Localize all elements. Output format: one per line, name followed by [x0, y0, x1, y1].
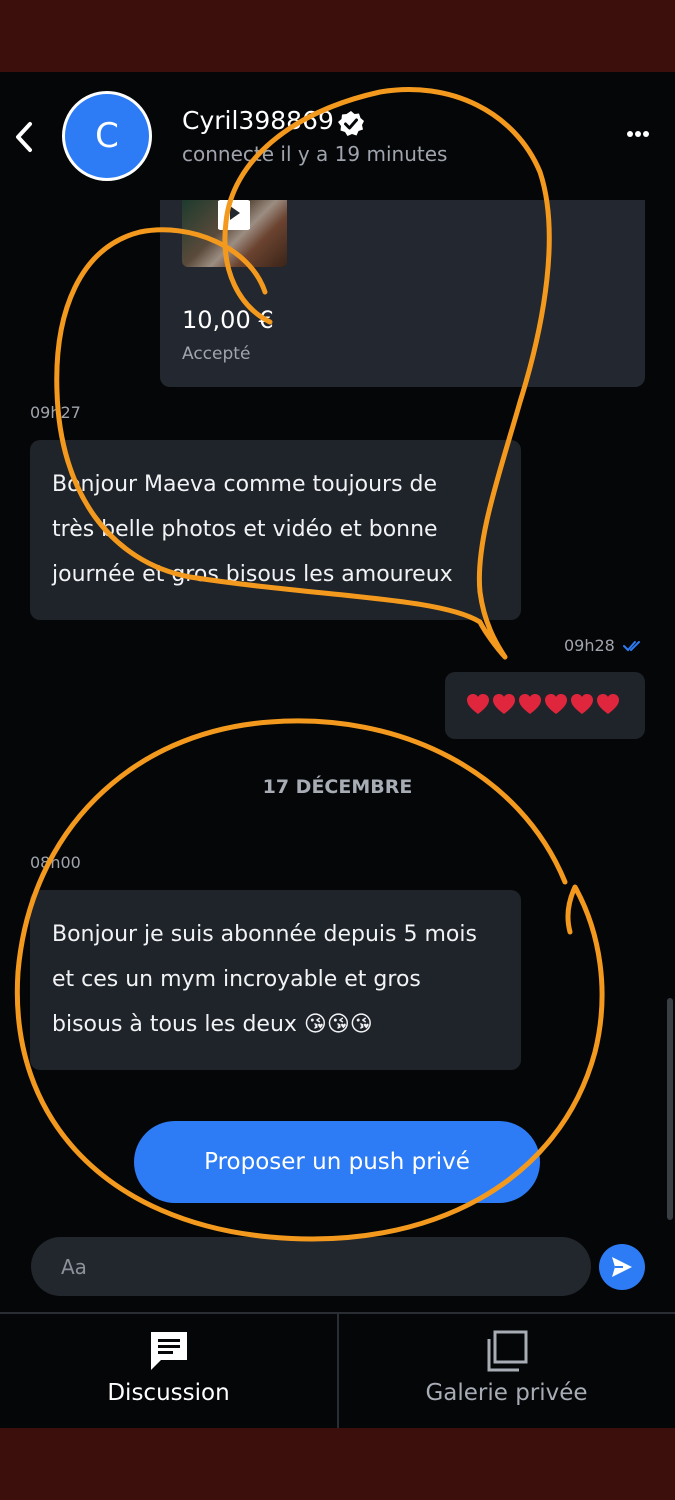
- hearts-emoji-row: [467, 694, 619, 714]
- gallery-icon: [487, 1330, 527, 1372]
- chat-screen: C Cyril398869 connecté il y a 19 minutes…: [0, 72, 675, 1428]
- read-receipt-icon: [623, 641, 640, 652]
- heart-emoji: [467, 694, 489, 714]
- avatar-letter: C: [95, 116, 119, 156]
- presence-status: connecté il y a 19 minutes: [182, 142, 448, 166]
- message-line: Bonjour Maeva comme toujours de: [52, 472, 438, 497]
- message-bubble-outgoing[interactable]: [445, 672, 645, 739]
- message-line: bisous à tous les deux 😘😘😘: [52, 1012, 373, 1037]
- message-time: 08h00: [30, 853, 81, 872]
- heart-emoji: [571, 694, 593, 714]
- contact-username[interactable]: Cyril398869: [182, 106, 334, 135]
- tab-label: Discussion: [107, 1380, 230, 1406]
- tab-discussion[interactable]: Discussion: [0, 1314, 337, 1428]
- message-time: 09h28: [564, 636, 615, 655]
- message-line: journée et gros bisous les amoureux: [52, 562, 453, 587]
- date-separator: 17 DÉCEMBRE: [262, 776, 413, 798]
- message-bubble-incoming[interactable]: Bonjour Maeva comme toujours de très bel…: [30, 440, 521, 620]
- back-chevron-icon[interactable]: [10, 120, 38, 154]
- message-line: très belle photos et vidéo et bonne: [52, 517, 438, 542]
- message-input[interactable]: [31, 1237, 591, 1296]
- play-icon[interactable]: [218, 200, 250, 230]
- heart-emoji: [493, 694, 515, 714]
- tab-label: Galerie privée: [425, 1380, 588, 1406]
- offer-status: Accepté: [182, 344, 251, 364]
- send-icon: [612, 1257, 632, 1277]
- verified-badge-icon: [338, 111, 364, 136]
- heart-emoji: [597, 694, 619, 714]
- heart-emoji: [519, 694, 541, 714]
- scrollbar[interactable]: [667, 998, 673, 1220]
- message-time: 09h27: [30, 403, 81, 422]
- heart-emoji: [545, 694, 567, 714]
- send-button[interactable]: [599, 1244, 645, 1290]
- message-line: Bonjour je suis abonnée depuis 5 mois: [52, 922, 477, 947]
- message-bubble-incoming[interactable]: Bonjour je suis abonnée depuis 5 mois et…: [30, 890, 521, 1070]
- propose-private-push-button[interactable]: Proposer un push privé: [134, 1121, 540, 1203]
- offer-price: 10,00 €: [182, 306, 274, 334]
- message-line: et ces un mym incroyable et gros: [52, 967, 421, 992]
- avatar[interactable]: C: [62, 91, 152, 181]
- chat-icon: [150, 1332, 187, 1370]
- more-horizontal-icon[interactable]: [620, 128, 656, 140]
- tab-private-gallery[interactable]: Galerie privée: [338, 1314, 675, 1428]
